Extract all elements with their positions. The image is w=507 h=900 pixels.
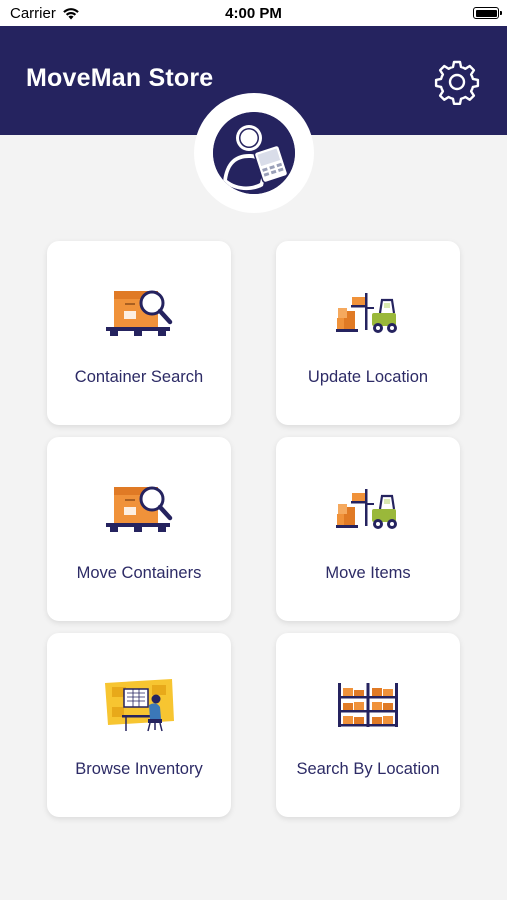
status-bar: Carrier 4:00 PM — [0, 0, 507, 26]
tile-label: Update Location — [307, 368, 429, 386]
tile-label: Container Search — [74, 368, 204, 386]
battery-icon — [473, 7, 502, 19]
settings-button[interactable] — [432, 57, 482, 107]
gear-icon — [434, 60, 480, 105]
search-by-location-tile[interactable]: Search By Location — [276, 633, 460, 817]
avatar — [213, 112, 295, 194]
tile-label: Move Items — [325, 564, 411, 582]
avatar-badge — [194, 93, 314, 213]
wifi-icon — [63, 7, 79, 19]
worker-at-desk-icon — [105, 679, 174, 732]
app-title: MoveMan Store — [26, 64, 214, 92]
move-items-tile[interactable]: Move Items — [276, 437, 460, 621]
box-magnifier-icon — [106, 290, 173, 336]
move-containers-tile[interactable]: Move Containers — [47, 437, 231, 621]
tile-label: Browse Inventory — [75, 760, 203, 778]
forklift-icon — [336, 489, 397, 529]
box-magnifier-icon — [106, 486, 173, 532]
update-location-tile[interactable]: Update Location — [276, 241, 460, 425]
browse-inventory-tile[interactable]: Browse Inventory — [47, 633, 231, 817]
carrier-label: Carrier — [10, 4, 56, 22]
container-search-tile[interactable]: Container Search — [47, 241, 231, 425]
tile-label: Search By Location — [296, 760, 440, 778]
tile-label: Move Containers — [76, 564, 202, 582]
status-left: Carrier — [10, 5, 80, 22]
warehouse-shelf-icon — [338, 683, 398, 727]
user-with-badge-icon — [213, 112, 295, 194]
forklift-icon — [336, 293, 397, 333]
